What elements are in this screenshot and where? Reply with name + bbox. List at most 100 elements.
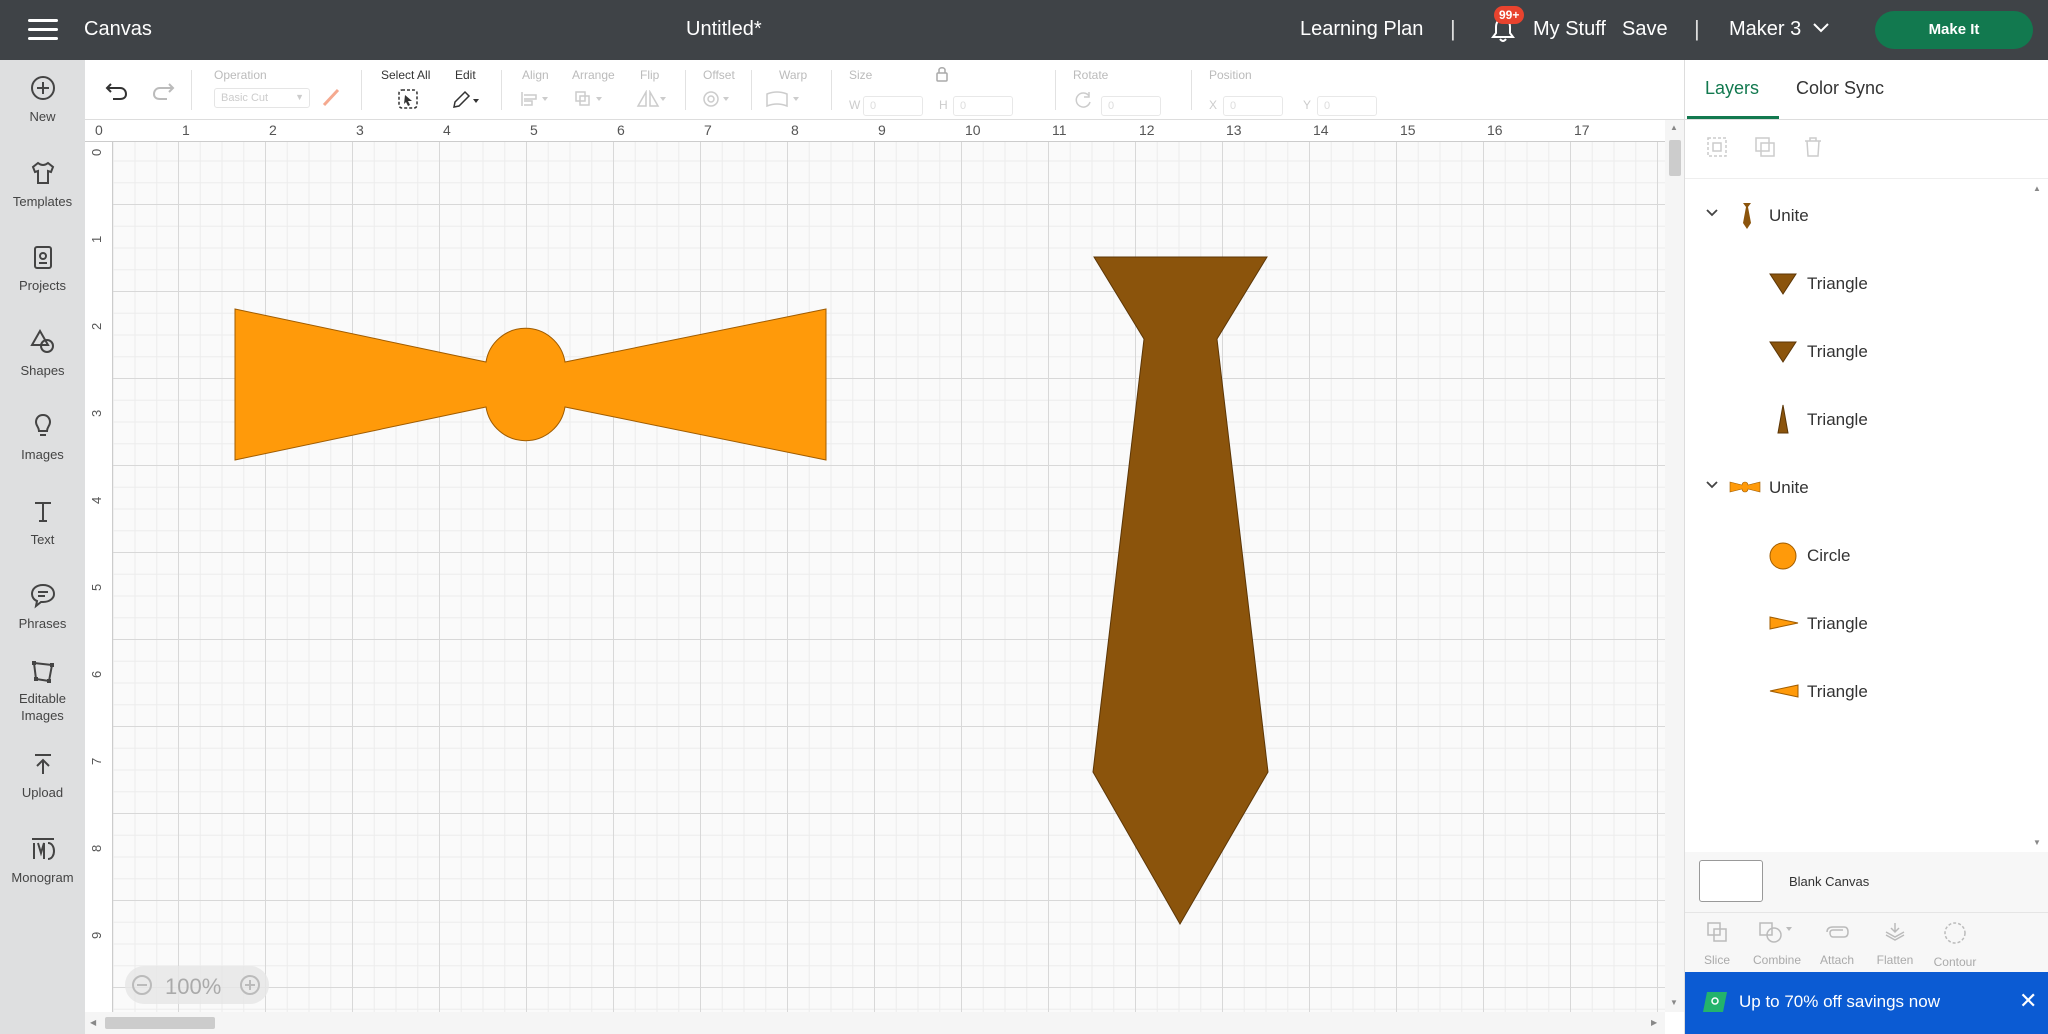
sidebar-item-phrases[interactable]: Phrases <box>0 581 85 632</box>
ruler-tick-label: 1 <box>182 122 190 138</box>
vertical-scrollbar[interactable]: ▲ ▼ <box>1665 120 1684 1012</box>
paperclip-icon <box>1826 926 1849 938</box>
layer-item[interactable]: Circle <box>1685 530 2045 582</box>
tag-icon <box>1703 992 1727 1012</box>
rotate-icon <box>1075 92 1091 108</box>
sidebar-item-images[interactable]: Images <box>0 412 85 463</box>
ruler-tick-label: 4 <box>443 122 451 138</box>
tab-layers[interactable]: Layers <box>1705 78 1759 99</box>
sidebar-item-monogram[interactable]: Monogram <box>0 835 85 886</box>
contour-button[interactable]: Contour <box>1925 920 1985 969</box>
ruler-tick-label: 6 <box>89 670 104 678</box>
ruler-tick-label: 4 <box>89 496 104 504</box>
flatten-button[interactable]: Flatten <box>1865 920 1925 967</box>
slice-label: Slice <box>1703 953 1730 967</box>
flatten-label: Flatten <box>1876 953 1914 967</box>
sidebar-item-editable-images[interactable]: Editable Images <box>0 658 85 724</box>
combine-button[interactable]: Combine <box>1747 920 1807 967</box>
sidebar-item-upload[interactable]: Upload <box>0 750 85 801</box>
layer-group-unite[interactable]: Unite <box>1685 190 2045 242</box>
canvas-grid[interactable] <box>113 142 1665 1012</box>
learning-plan-link[interactable]: Learning Plan <box>1300 18 1423 41</box>
panel-scroll-down[interactable]: ▼ <box>2033 838 2041 847</box>
make-it-button[interactable]: Make It <box>1875 11 2033 49</box>
width-input[interactable]: 0 <box>863 96 923 116</box>
menu-icon[interactable] <box>28 19 58 41</box>
ruler-tick-label: 5 <box>530 122 538 138</box>
pen-color-icon[interactable] <box>321 86 343 108</box>
layer-name: Triangle <box>1807 342 1868 361</box>
plus-circle-icon <box>30 76 55 100</box>
ruler-tick-label: 13 <box>1226 122 1242 138</box>
operation-select[interactable]: Basic Cut ▼ <box>214 88 310 108</box>
group-icon[interactable] <box>1705 135 1729 159</box>
zoom-in-icon[interactable] <box>239 974 261 996</box>
top-bar: Canvas Untitled* Learning Plan | 99+ My … <box>0 0 2048 60</box>
sidebar-item-projects[interactable]: Projects <box>0 243 85 294</box>
attach-label: Attach <box>1819 953 1855 967</box>
slice-button[interactable]: Slice <box>1687 920 1747 967</box>
close-icon[interactable]: ✕ <box>2019 988 2037 1014</box>
chevron-down-icon[interactable] <box>1705 208 1719 218</box>
layer-item[interactable]: Triangle <box>1685 598 2045 650</box>
align-label: Align <box>522 68 549 82</box>
ruler-tick-label: 1 <box>89 235 104 243</box>
sidebar-item-label: Text <box>30 532 55 547</box>
tab-color-sync[interactable]: Color Sync <box>1796 78 1884 99</box>
redo-icon[interactable] <box>151 80 175 100</box>
speech-bubble-icon <box>30 583 55 609</box>
ruler-tick-label: 3 <box>356 122 364 138</box>
sidebar-item-new[interactable]: New <box>0 74 85 125</box>
sidebar-item-label: Shapes <box>20 363 65 378</box>
design-canvas[interactable]: 0 1 2 3 4 5 6 7 8 9 10 11 12 13 14 15 16 17 0123456789 ▲ … <box>85 120 1684 1034</box>
trash-icon[interactable] <box>1801 135 1825 159</box>
machine-selector[interactable]: Maker 3 <box>1729 18 1801 41</box>
triangle-down-thumbnail <box>1769 273 1797 295</box>
horizontal-scrollbar[interactable]: ◀ ▶ <box>85 1012 1665 1034</box>
y-input[interactable]: 0 <box>1317 96 1377 116</box>
layer-item[interactable]: Triangle <box>1685 666 2045 718</box>
sidebar-item-templates[interactable]: Templates <box>0 159 85 210</box>
sidebar-item-label: Upload <box>21 785 64 800</box>
my-stuff-link[interactable]: My Stuff <box>1533 18 1606 41</box>
ruler-horizontal: 0 1 2 3 4 5 6 7 8 9 10 11 12 13 14 15 16 17 <box>85 120 1665 142</box>
sidebar-item-label: Images <box>21 447 64 462</box>
sidebar-item-shapes[interactable]: Shapes <box>0 328 85 379</box>
layer-item[interactable]: Triangle <box>1685 326 2045 378</box>
layer-item[interactable]: Triangle <box>1685 394 2045 446</box>
ruler-tick-label: 16 <box>1487 122 1503 138</box>
document-title[interactable]: Untitled* <box>686 18 762 41</box>
sidebar-item-label: Editable Images <box>19 691 66 723</box>
slice-icon <box>1707 922 1727 942</box>
app-title: Canvas <box>84 18 152 40</box>
rotate-input[interactable]: 0 <box>1101 96 1161 116</box>
attach-button[interactable]: Attach <box>1807 920 1867 967</box>
x-input[interactable]: 0 <box>1223 96 1283 116</box>
ruler-tick-label: 7 <box>704 122 712 138</box>
offset-label: Offset <box>703 68 735 82</box>
promo-banner[interactable]: Up to 70% off savings now ✕ <box>1685 972 2048 1034</box>
panel-scroll-up[interactable]: ▲ <box>2033 184 2041 193</box>
zoom-out-icon[interactable] <box>131 974 153 996</box>
height-label: H <box>939 98 948 112</box>
circle-thumbnail <box>1769 542 1797 570</box>
chevron-down-icon[interactable] <box>1812 22 1830 34</box>
notification-badge: 99+ <box>1494 6 1525 24</box>
bow-tie-thumbnail <box>1729 481 1761 493</box>
bow-tie-shape[interactable] <box>234 308 827 461</box>
height-input[interactable]: 0 <box>953 96 1013 116</box>
layer-group-unite[interactable]: Unite <box>1685 462 2045 514</box>
separator: | <box>1694 16 1700 41</box>
save-button[interactable]: Save <box>1622 18 1668 41</box>
undo-icon[interactable] <box>105 80 129 100</box>
arrange-icon <box>575 91 602 106</box>
ruler-vertical: 0 1 2 3 4 5 6 7 8 9 <box>85 142 113 1012</box>
duplicate-icon[interactable] <box>1753 135 1777 159</box>
chevron-down-icon[interactable] <box>1705 480 1719 490</box>
position-label: Position <box>1209 68 1252 82</box>
triangle-left-thumbnail <box>1769 684 1799 698</box>
layer-item[interactable]: Triangle <box>1685 258 2045 310</box>
lock-icon[interactable] <box>935 66 949 82</box>
tie-shape[interactable] <box>1092 256 1269 926</box>
sidebar-item-text[interactable]: Text <box>0 497 85 548</box>
